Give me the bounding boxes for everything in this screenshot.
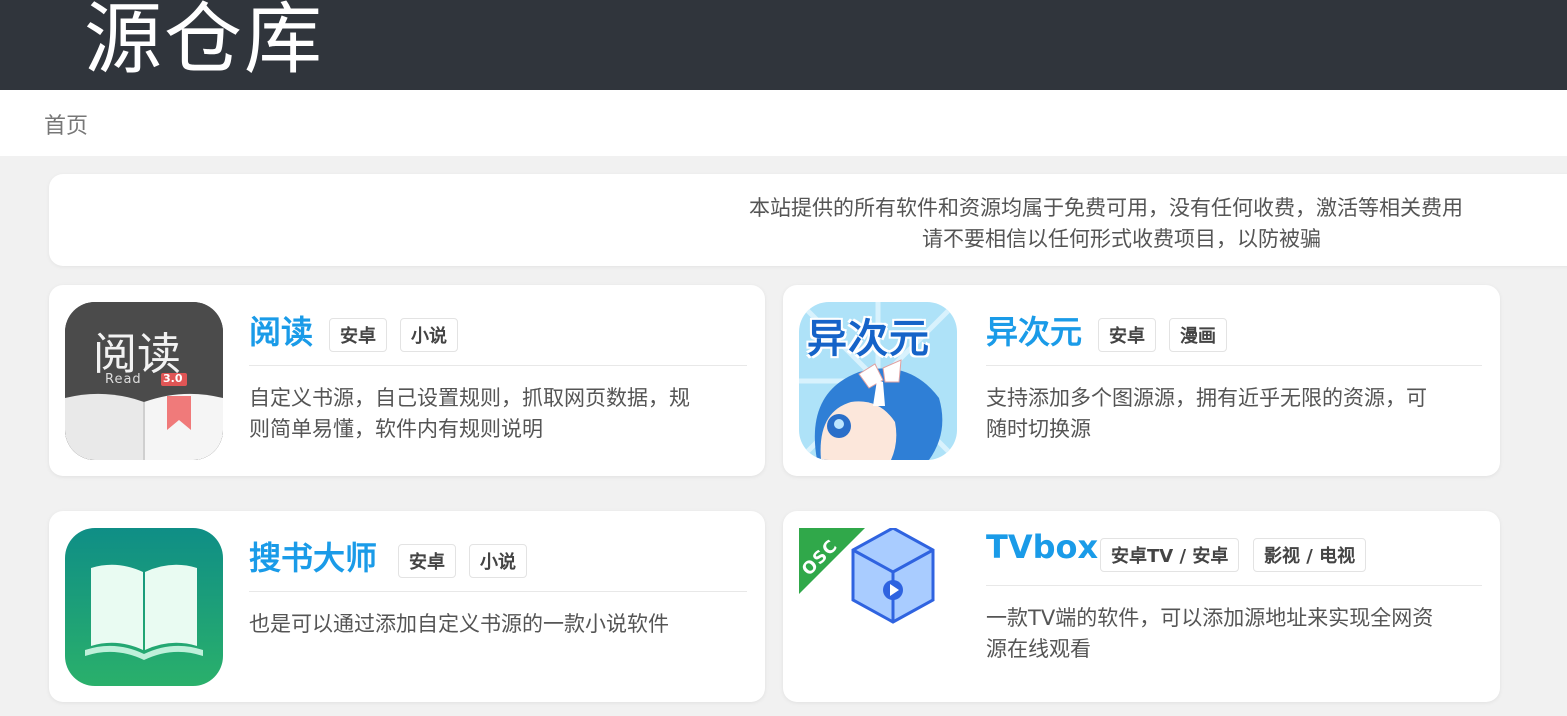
app-desc-line-2: 源在线观看 bbox=[986, 637, 1091, 661]
yiciyuan-app-icon[interactable]: 异次元 bbox=[799, 302, 957, 460]
nav-home-link[interactable]: 首页 bbox=[44, 108, 88, 140]
yuedu-icon-version: 3.0 bbox=[163, 372, 183, 385]
app-card-tvbox[interactable]: OSC TVbox 安卓TV / 安卓 影视 / 电视 一款TV端的软件，可以添… bbox=[783, 511, 1500, 702]
app-desc-line-2: 则简单易懂，软件内有规则说明 bbox=[249, 417, 543, 441]
app-desc-line-2: 随时切换源 bbox=[986, 417, 1091, 441]
yuedu-icon-sub: Read bbox=[105, 372, 142, 387]
app-title[interactable]: TVbox bbox=[986, 528, 1098, 566]
notice-banner: 本站提供的所有软件和资源均属于免费可用，没有任何收费，激活等相关费用 请不要相信… bbox=[49, 174, 1567, 266]
tag-platform[interactable]: 安卓TV / 安卓 bbox=[1100, 538, 1240, 572]
tvbox-app-icon[interactable]: OSC bbox=[799, 528, 957, 686]
book-app-icon[interactable] bbox=[65, 528, 223, 686]
tag-platform[interactable]: 安卓 bbox=[398, 544, 456, 578]
site-header: 源仓库 bbox=[0, 0, 1567, 90]
card-divider bbox=[249, 591, 747, 592]
app-card-yiciyuan[interactable]: 异次元 异次元 安卓 漫画 支持添加多个图源源，拥有近乎无限的资源，可 随时切换… bbox=[783, 285, 1500, 476]
app-card-yuedu[interactable]: 阅读 Read 3.0 阅读 安卓 小说 自定义书源，自己设置规则，抓取网页数据… bbox=[49, 285, 765, 476]
app-title[interactable]: 阅读 bbox=[249, 307, 313, 353]
notice-line-2: 请不要相信以任何形式收费项目，以防被骗 bbox=[922, 227, 1321, 251]
notice-line-1: 本站提供的所有软件和资源均属于免费可用，没有任何收费，激活等相关费用 bbox=[749, 196, 1463, 220]
app-title[interactable]: 搜书大师 bbox=[249, 533, 377, 579]
site-title[interactable]: 源仓库 bbox=[84, 0, 324, 88]
tag-category[interactable]: 小说 bbox=[400, 318, 458, 352]
app-desc-line-1: 一款TV端的软件，可以添加源地址来实现全网资 bbox=[986, 606, 1434, 630]
tag-platform[interactable]: 安卓 bbox=[329, 318, 387, 352]
card-divider bbox=[249, 365, 747, 366]
app-desc-line-1: 支持添加多个图源源，拥有近乎无限的资源，可 bbox=[986, 386, 1427, 410]
app-desc-line-1: 也是可以通过添加自定义书源的一款小说软件 bbox=[249, 612, 669, 636]
tag-category[interactable]: 影视 / 电视 bbox=[1253, 538, 1367, 572]
app-title[interactable]: 异次元 bbox=[986, 307, 1082, 353]
tag-category[interactable]: 漫画 bbox=[1169, 318, 1227, 352]
app-desc-line-1: 自定义书源，自己设置规则，抓取网页数据，规 bbox=[249, 386, 690, 410]
tag-platform[interactable]: 安卓 bbox=[1098, 318, 1156, 352]
app-card-soushudashi[interactable]: 搜书大师 安卓 小说 也是可以通过添加自定义书源的一款小说软件 bbox=[49, 511, 765, 702]
card-divider bbox=[986, 585, 1482, 586]
nav-bar: 首页 bbox=[0, 90, 1567, 156]
card-divider bbox=[986, 365, 1482, 366]
yuedu-app-icon[interactable]: 阅读 Read 3.0 bbox=[65, 302, 223, 460]
tag-category[interactable]: 小说 bbox=[469, 544, 527, 578]
yiciyuan-icon-text: 异次元 bbox=[807, 316, 930, 362]
